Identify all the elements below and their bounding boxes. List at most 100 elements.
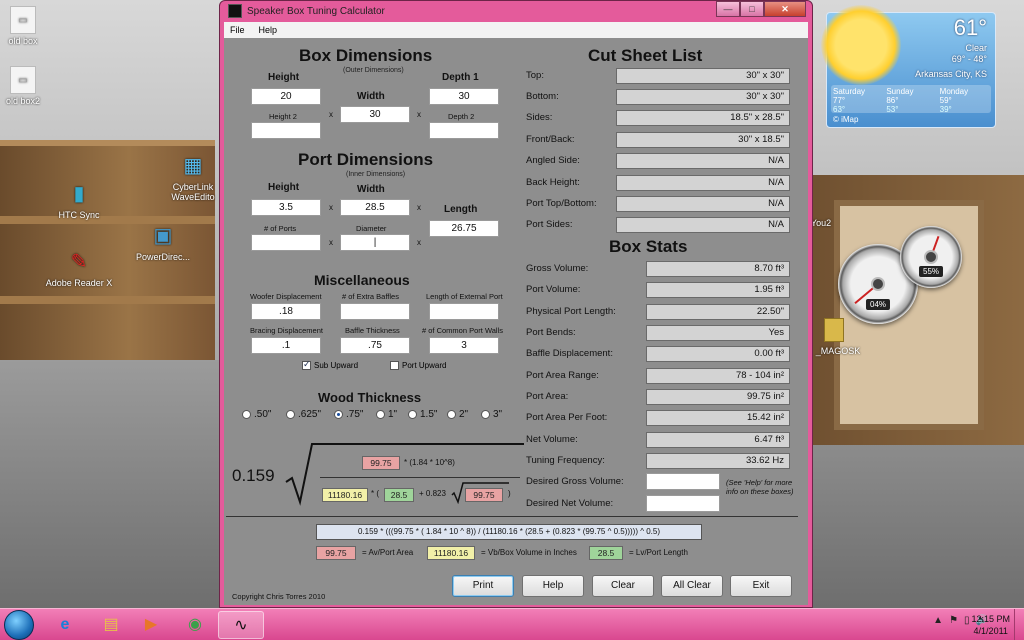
formula-numerator-tail: * (1.84 * 10^8) [404,458,455,467]
cut-value: 18.5" x 28.5" [616,110,790,126]
num-ports-input[interactable] [251,234,321,251]
wood-option-6[interactable]: 3" [481,409,502,420]
desktop-icon-old-box[interactable]: ▭ old box [0,6,58,46]
stat-label: Physical Port Length: [526,306,616,317]
port-upward-checkbox[interactable]: Port Upward [390,361,446,371]
port-width-input[interactable]: 28.5 [340,199,410,216]
taskbar-clock[interactable]: 12:15 PM 4/1/2011 [971,613,1010,637]
sub-upward-checkbox[interactable]: Sub Upward [302,359,358,371]
depth2-input[interactable] [429,122,499,139]
speaker-box-app-icon[interactable]: ∿ [218,611,264,639]
extra-baffles-label: # of Extra Baffles [342,292,399,301]
sun-icon [821,5,901,85]
bracing-displacement-input[interactable]: .1 [251,337,321,354]
external-port-input[interactable] [429,303,499,320]
times-symbol: x [417,110,421,119]
taskbar: e ▤ ▶ ◉ ∿ ▲ ⚑ ▯ 🔊 12:15 PM 4/1/2011 [0,608,1024,640]
wood-option-4[interactable]: 1.5" [408,409,437,420]
cut-label: Port Top/Bottom: [526,198,597,209]
port-length-input[interactable]: 26.75 [429,220,499,237]
depth1-input[interactable]: 30 [429,88,499,105]
desired-net-input[interactable] [646,495,720,512]
checkbox-checked-icon [302,359,311,371]
all-clear-button[interactable]: All Clear [661,575,723,597]
woofer-displacement-input[interactable]: .18 [251,303,321,320]
times-symbol: x [329,203,333,212]
port-dimensions-subheading: (Inner Dimensions) [346,171,406,178]
desktop-icon-old-box2[interactable]: ▭ old box2 [0,66,58,106]
width-input[interactable]: 30 [340,106,410,123]
close-button[interactable]: ✕ [764,1,806,17]
memory-gauge[interactable]: 55% [900,226,962,288]
desktop-icon-adobe-reader[interactable]: ✎ Adobe Reader X [44,248,114,288]
radio-icon [408,410,417,419]
title-bar[interactable]: Speaker Box Tuning Calculator — □ ✕ [220,1,812,21]
menu-help[interactable]: Help [259,25,278,35]
help-button[interactable]: Help [522,575,584,597]
stat-value: 1.95 ft³ [646,282,790,298]
common-port-walls-input[interactable]: 3 [429,337,499,354]
htc-sync-icon: ▮ [73,183,85,205]
radio-icon [376,410,385,419]
height2-input[interactable] [251,122,321,139]
woofer-displacement-label: Woofer Displacement [250,292,322,301]
stat-value: 78 - 104 in² [646,368,790,384]
height-label: Height [268,72,300,83]
cut-value: N/A [616,153,790,169]
baffle-thickness-input[interactable]: .75 [340,337,410,354]
legend-lv-chip: 28.5 [589,546,623,560]
box-volume-chip: 11180.16 [322,488,368,502]
print-button[interactable]: Print [452,575,514,597]
desired-gross-label: Desired Gross Volume: [526,476,624,487]
exit-button[interactable]: Exit [730,575,792,597]
app-icon [228,4,242,18]
battery-icon[interactable]: ▯ [964,615,970,626]
port-area-chip: 99.75 [465,488,503,502]
box-dimensions-heading: Box Dimensions [299,46,433,65]
maximize-button[interactable]: □ [740,1,764,17]
extra-baffles-input[interactable] [340,303,410,320]
copyright-text: Copyright Chris Torres 2010 [232,592,326,601]
desktop-icon-cyberlink[interactable]: ▦ CyberLink WaveEdito [158,152,228,202]
app-window: Speaker Box Tuning Calculator — □ ✕ File… [219,0,813,608]
num-ports-label: # of Ports [264,224,297,233]
height2-label: Height 2 [269,112,297,121]
desktop-icon-magosk[interactable]: _MAGOSK [808,346,868,356]
cut-sheet-heading: Cut Sheet List [588,46,703,65]
diameter-input[interactable]: | [340,234,410,251]
window-controls: — □ ✕ [716,1,806,17]
wood-option-5[interactable]: 2" [447,409,468,420]
internet-explorer-icon[interactable]: e [42,611,88,639]
legend-vb-chip: 11180.16 [427,546,475,560]
clear-button[interactable]: Clear [592,575,654,597]
wood-option-2[interactable]: .75" [334,409,363,420]
desktop-icon-htc-sync[interactable]: ▮ HTC Sync [44,180,114,220]
chrome-icon[interactable]: ◉ [172,611,218,639]
stat-label: Port Area: [526,391,569,402]
wood-option-3[interactable]: 1" [376,409,397,420]
wood-option-1[interactable]: .625" [286,409,321,420]
action-center-icon[interactable]: ⚑ [949,615,958,626]
formula-mul-open: * ( [371,489,379,498]
stat-value: 22.50" [646,304,790,320]
show-hidden-icons-icon[interactable]: ▲ [933,615,943,626]
height-input[interactable]: 20 [251,88,321,105]
formula-close-paren: ) [508,489,511,498]
legend-av-text: = Av/Port Area [362,548,414,557]
media-player-icon[interactable]: ▶ [128,611,174,639]
weather-condition: Clear 69° - 48° [951,43,987,64]
box-dimensions-subheading: (Outer Dimensions) [343,67,404,74]
show-desktop-button[interactable] [1014,609,1024,640]
port-area-chip: 99.75 [362,456,400,470]
menu-file[interactable]: File [230,25,245,35]
port-height-input[interactable]: 3.5 [251,199,321,216]
legend-av-chip: 99.75 [316,546,356,560]
adobe-reader-icon: ✎ [70,251,88,273]
desktop-icon-powerdirector[interactable]: ▣ PowerDirec... [128,222,198,262]
formula-plus: + 0.823 [419,489,446,498]
minimize-button[interactable]: — [716,1,740,17]
weather-gadget[interactable]: 61° Clear 69° - 48° Arkansas City, KS Sa… [821,5,996,128]
start-button[interactable] [4,610,34,640]
desired-gross-input[interactable] [646,473,720,490]
wood-option-0[interactable]: .50" [242,409,271,420]
